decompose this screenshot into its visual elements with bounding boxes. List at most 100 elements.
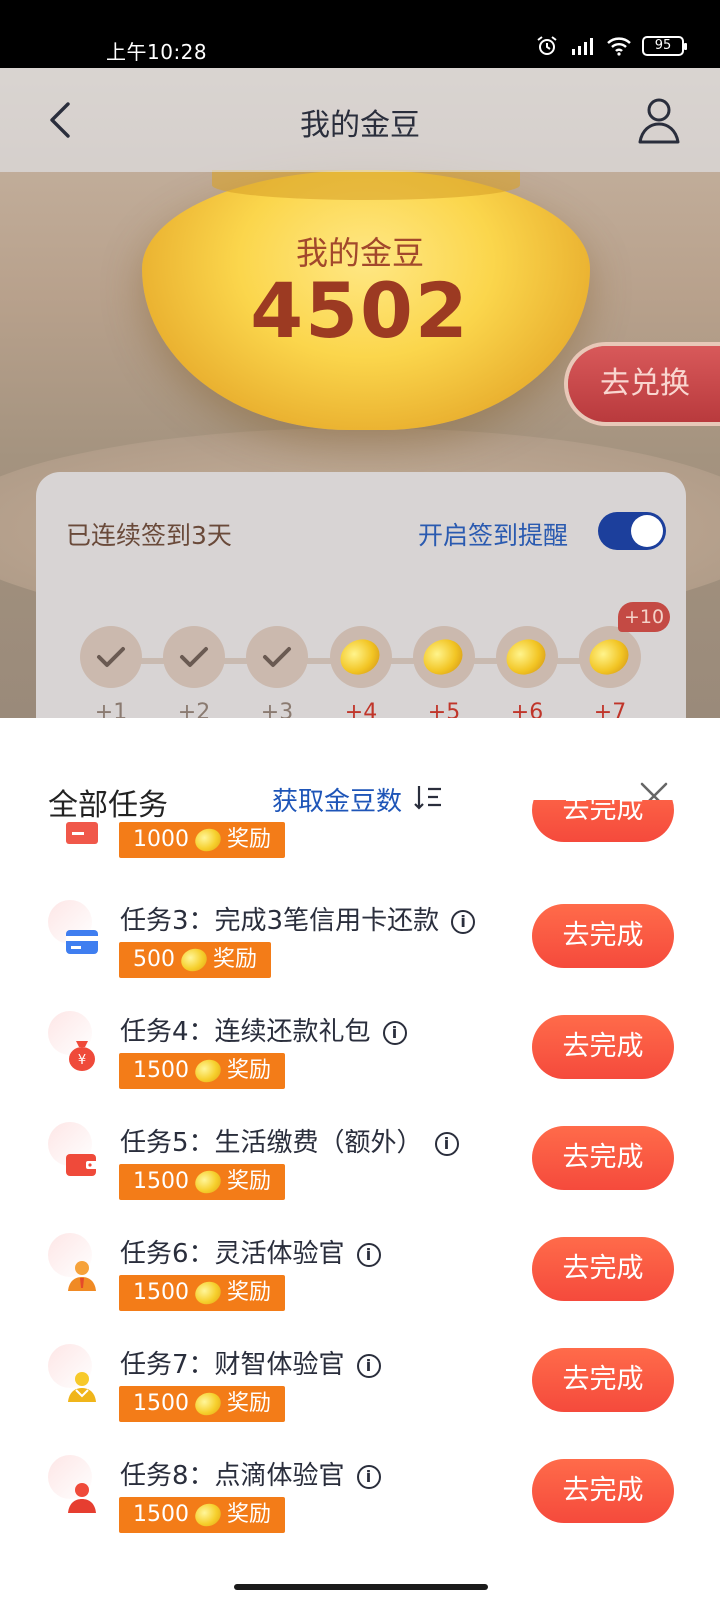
task-title-text: 任务6：灵活体验官 [120, 1239, 345, 1269]
person-gold-icon [68, 1372, 96, 1402]
signin-reminder-toggle[interactable] [598, 512, 666, 550]
status-icons: 95 [534, 36, 687, 56]
reward-label: 奖励 [227, 1058, 272, 1083]
gold-bean-icon [178, 945, 210, 975]
exchange-button[interactable]: 去兑换 [568, 346, 720, 422]
reward-amount: 1500 [133, 1502, 189, 1527]
gold-bean-icon [192, 1278, 224, 1308]
task-title-text: 任务3：完成3笔信用卡还款 [120, 906, 440, 936]
battery-indicator: 95 [642, 36, 687, 56]
reward-amount: 1500 [133, 1280, 189, 1305]
person-tie-icon [68, 1261, 96, 1291]
info-icon[interactable]: i [434, 1131, 459, 1156]
signin-streak-text: 已连续签到3天 [66, 521, 232, 550]
task-title-text: 任务7：财智体验官 [120, 1350, 345, 1380]
reward-badge: 1500 奖励 [119, 1275, 286, 1311]
signal-icon [572, 38, 593, 55]
card-icon [66, 822, 98, 844]
task-item: 任务5：生活缴费（额外） i 1500 奖励 去完成 [0, 1122, 720, 1235]
signin-day-4 [330, 626, 392, 688]
signin-day-5 [413, 626, 475, 688]
alarm-icon [537, 36, 557, 55]
info-icon[interactable]: i [356, 1464, 381, 1489]
info-icon[interactable]: i [356, 1242, 381, 1267]
status-bar: 上午10:28 95 [0, 0, 720, 68]
credit-card-icon [66, 930, 98, 954]
wallet-icon [66, 1154, 98, 1176]
task-item: 任务8：点滴体验官 i 1500 奖励 去完成 [0, 1455, 720, 1568]
task-item: ¥ 任务4：连续还款礼包 i 1500 奖励 去完成 [0, 1011, 720, 1124]
check-icon [180, 647, 208, 667]
go-complete-button[interactable]: 去完成 [532, 1459, 674, 1523]
reward-amount: 1000 [133, 827, 189, 852]
info-icon[interactable]: i [356, 1353, 381, 1378]
signin-day-6 [496, 626, 558, 688]
signin-reminder-label: 开启签到提醒 [418, 521, 569, 550]
go-complete-button[interactable]: 去完成 [532, 1237, 674, 1301]
go-complete-button[interactable]: 去完成 [532, 904, 674, 968]
reward-badge: 1500 奖励 [119, 1497, 286, 1533]
bonus-badge: +10 [618, 602, 670, 632]
task-title-text: 任务5：生活缴费（额外） [120, 1128, 423, 1158]
gold-pot-lid [212, 170, 520, 200]
page-title: 我的金豆 [300, 108, 420, 143]
go-complete-button[interactable]: 去完成 [532, 800, 674, 842]
wifi-icon [607, 37, 631, 56]
home-indicator[interactable] [234, 1584, 488, 1590]
task-item: 任务6：灵活体验官 i 1500 奖励 去完成 [0, 1233, 720, 1346]
status-time: 上午10:28 [106, 40, 208, 64]
signin-day-1 [80, 626, 142, 688]
gold-bean-icon [417, 633, 469, 681]
gold-bean-icon [192, 1167, 224, 1197]
task-title: 任务7：财智体验官 i [120, 1344, 381, 1381]
check-icon [97, 647, 125, 667]
svg-text:¥: ¥ [78, 1053, 86, 1068]
reward-label: 奖励 [227, 1280, 272, 1305]
signin-day-2 [163, 626, 225, 688]
gold-bean-icon [334, 633, 386, 681]
gold-bean-icon [192, 1500, 224, 1530]
gold-bean-icon [192, 1056, 224, 1086]
reward-amount: 500 [133, 947, 175, 972]
user-profile-icon[interactable] [636, 96, 682, 146]
reward-label: 奖励 [227, 1502, 272, 1527]
gold-bean-icon [500, 633, 552, 681]
reward-amount: 1500 [133, 1391, 189, 1416]
task-title: 任务8：点滴体验官 i [120, 1455, 381, 1492]
gold-bean-icon [192, 825, 224, 855]
task-title: 任务4：连续还款礼包 i [120, 1011, 407, 1048]
go-complete-button[interactable]: 去完成 [532, 1015, 674, 1079]
signin-day-7 [579, 626, 641, 688]
reward-amount: 1500 [133, 1058, 189, 1083]
go-complete-button[interactable]: 去完成 [532, 1126, 674, 1190]
task-item: 任务7：财智体验官 i 1500 奖励 去完成 [0, 1344, 720, 1457]
reward-badge: 1000 奖励 [119, 822, 286, 858]
task-title: 任务6：灵活体验官 i [120, 1233, 381, 1270]
task-title-text: 任务8：点滴体验官 [120, 1461, 345, 1491]
gold-bean-icon [192, 1389, 224, 1419]
person-red-icon [68, 1483, 96, 1513]
task-title: 任务3：完成3笔信用卡还款 i [120, 900, 476, 937]
task-title: 任务5：生活缴费（额外） i [120, 1122, 459, 1159]
reward-label: 奖励 [227, 827, 272, 852]
balance-value: 4502 [250, 266, 470, 355]
reward-label: 奖励 [213, 947, 258, 972]
go-complete-button[interactable]: 去完成 [532, 1348, 674, 1412]
info-icon[interactable]: i [382, 1020, 407, 1045]
reward-amount: 1500 [133, 1169, 189, 1194]
reward-badge: 1500 奖励 [119, 1386, 286, 1422]
reward-badge: 500 奖励 [119, 942, 272, 978]
reward-badge: 1500 奖励 [119, 1164, 286, 1200]
reward-badge: 1500 奖励 [119, 1053, 286, 1089]
task-item: 任务3：完成3笔信用卡还款 i 500 奖励 去完成 [0, 900, 720, 1013]
gold-bean-icon [583, 633, 635, 681]
info-icon[interactable]: i [451, 909, 476, 934]
reward-label: 奖励 [227, 1391, 272, 1416]
signin-day-3 [246, 626, 308, 688]
check-icon [263, 647, 291, 667]
app-screen: 上午10:28 95 我的金豆 我的金豆 4502 去兑换 已连续签到3天 开启… [0, 0, 720, 1600]
money-bag-icon: ¥ [69, 1041, 95, 1071]
task-title-text: 任务4：连续还款礼包 [120, 1017, 371, 1047]
reward-label: 奖励 [227, 1169, 272, 1194]
task-item-partial: 1000 奖励 去完成 [0, 800, 720, 860]
